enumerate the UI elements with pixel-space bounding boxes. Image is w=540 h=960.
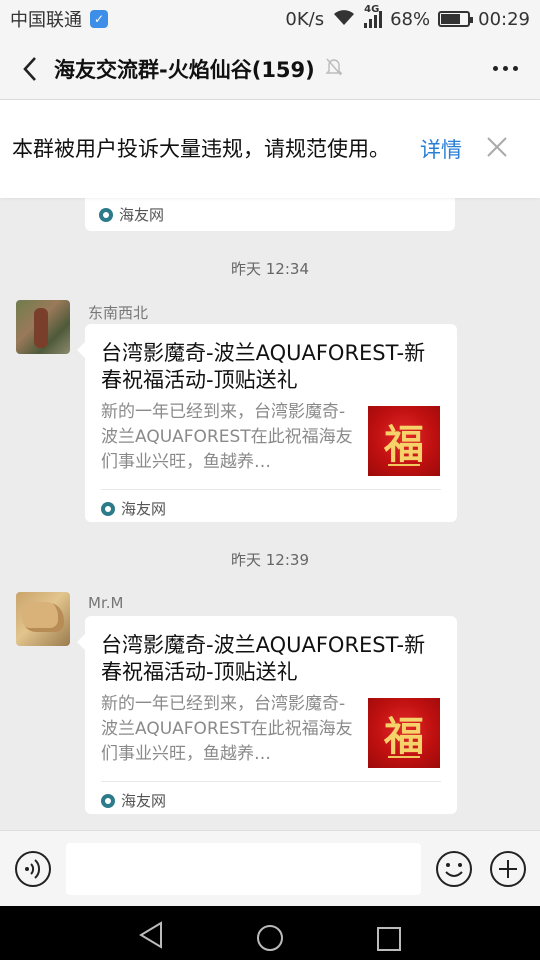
clock: 00:29	[478, 8, 530, 30]
card-divider	[101, 489, 441, 490]
emoji-icon[interactable]	[435, 850, 473, 892]
card-title: 台湾影魔奇-波兰AQUAFOREST-新春祝福活动-顶贴送礼	[101, 341, 426, 392]
network-speed: 0K/s	[285, 8, 325, 30]
avatar[interactable]	[16, 300, 70, 354]
card-divider	[101, 781, 441, 782]
card-source: 海友网	[121, 792, 167, 810]
card-source: 海友网	[119, 206, 165, 224]
carrier-label: 中国联通	[10, 10, 82, 31]
message-input[interactable]	[66, 843, 421, 895]
avatar[interactable]	[16, 592, 70, 646]
more-options-icon[interactable]	[487, 60, 524, 77]
card-description: 新的一年已经到来，台湾影魔奇-波兰AQUAFOREST在此祝福海友们事业兴旺，鱼…	[101, 694, 353, 764]
warning-text: 本群被用户投诉大量违规，请规范使用。	[12, 136, 390, 161]
wifi-icon	[332, 8, 356, 31]
signal-icon: 4G	[364, 4, 383, 28]
mute-bell-icon	[325, 57, 343, 81]
network-type: 4G	[364, 4, 380, 15]
plus-icon[interactable]	[489, 850, 527, 892]
nav-recent-apps-icon[interactable]	[376, 926, 402, 956]
sender-name: 东南西北	[88, 304, 149, 322]
source-logo-icon	[101, 793, 115, 808]
warning-detail-link[interactable]: 详情	[420, 134, 462, 164]
card-thumbnail: 福	[368, 698, 440, 768]
card-source: 海友网	[121, 500, 167, 518]
battery-icon	[438, 11, 474, 27]
back-icon[interactable]	[16, 55, 44, 83]
sender-name: Mr.M	[88, 594, 124, 612]
link-card[interactable]: 台湾影魔奇-波兰AQUAFOREST-新春祝福活动-顶贴送礼 新的一年已经到来，…	[77, 324, 457, 522]
card-description: 新的一年已经到来，台湾影魔奇-波兰AQUAFOREST在此祝福海友们事业兴旺，鱼…	[101, 402, 353, 472]
link-card[interactable]: 台湾影魔奇-波兰AQUAFOREST-新春祝福活动-顶贴送礼 新的一年已经到来，…	[77, 616, 457, 814]
fu-character: 福	[384, 421, 424, 468]
source-logo-icon	[101, 501, 115, 516]
notification-app-icon: ✓	[90, 10, 108, 28]
card-title: 台湾影魔奇-波兰AQUAFOREST-新春祝福活动-顶贴送礼	[101, 633, 426, 684]
input-bar	[0, 830, 540, 906]
chat-title: 海友交流群-火焰仙谷(159)	[54, 57, 315, 82]
message-timestamp: 昨天 12:39	[231, 551, 309, 569]
nav-home-icon[interactable]	[255, 923, 285, 957]
voice-input-icon[interactable]	[14, 850, 52, 892]
fu-character: 福	[384, 713, 424, 760]
system-nav-bar	[0, 906, 540, 960]
nav-back-icon[interactable]	[138, 921, 164, 953]
link-card-partial[interactable]: 海友网	[85, 198, 455, 231]
card-thumbnail: 福	[368, 406, 440, 476]
battery-percent: 68%	[390, 8, 431, 30]
status-bar: 中国联通 ✓ 0K/s 4G 68% 00:29	[0, 0, 540, 38]
source-logo-icon	[99, 207, 113, 222]
chat-header: 海友交流群-火焰仙谷(159)	[0, 38, 540, 100]
chat-messages[interactable]: 海友网 昨天 12:34 东南西北 台湾影魔奇-波兰AQUAFOREST-新春祝…	[0, 198, 540, 830]
message-timestamp: 昨天 12:34	[231, 260, 309, 278]
group-warning-banner: 本群被用户投诉大量违规，请规范使用。 详情	[0, 100, 540, 198]
close-icon[interactable]	[486, 136, 508, 162]
